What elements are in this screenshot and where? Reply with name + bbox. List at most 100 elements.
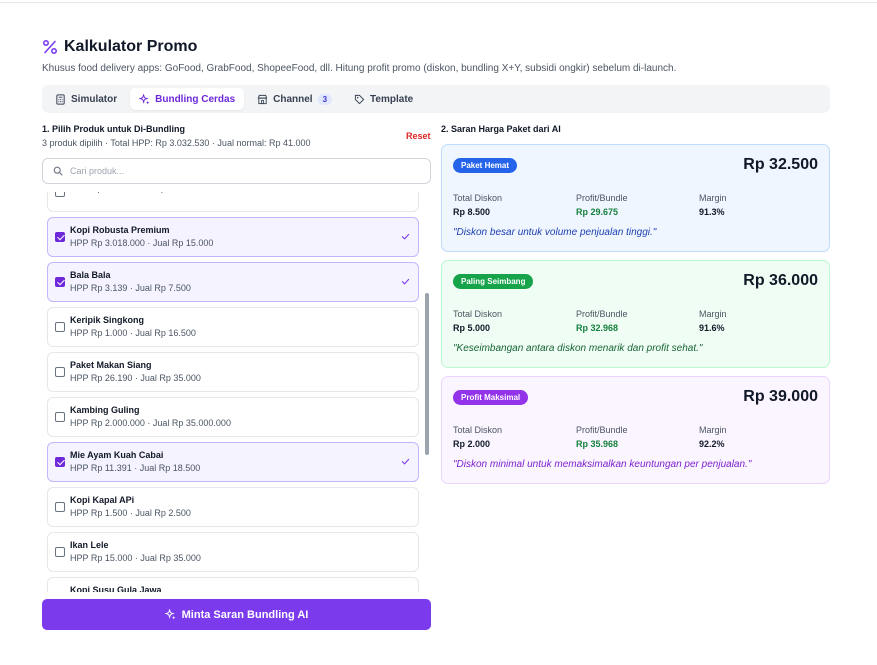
tab-label: Channel — [273, 93, 313, 105]
product-search[interactable] — [42, 158, 431, 184]
stat-value: 91.6% — [699, 323, 725, 333]
product-section-heading: 1. Pilih Produk untuk Di-Bundling — [42, 124, 185, 134]
tab-label: Template — [370, 93, 414, 105]
check-icon — [401, 458, 410, 465]
stat-label: Total Diskon — [453, 193, 503, 203]
stat-value: 92.2% — [699, 439, 725, 449]
product-name: Mie Ayam Kuah Cabai — [70, 450, 164, 460]
stat-discount: Total Diskon Rp 5.000 — [453, 309, 502, 333]
product-price-meta: HPP Rp 2.000.000 · Jual Rp 35.000.000 — [70, 418, 231, 428]
package-badge: Profit Maksimal — [453, 390, 529, 405]
package-rationale: "Keseimbangan antara diskon menarik dan … — [453, 343, 703, 354]
product-name: Kambing Guling — [70, 405, 140, 415]
tab-label: Bundling Cerdas — [155, 93, 236, 105]
product-name: Bala Bala — [70, 270, 111, 280]
check-icon — [401, 278, 410, 285]
stat-profit: Profit/Bundle Rp 32.968 — [576, 309, 628, 333]
request-ai-bundling-button[interactable]: Minta Saran Bundling AI — [42, 599, 431, 630]
product-list-item[interactable]: Kopi Susu Gula Jawa — [47, 577, 419, 592]
package-price: Rp 32.500 — [743, 156, 818, 173]
product-checkbox[interactable] — [55, 547, 65, 557]
page-header: Kalkulator Promo — [42, 38, 197, 56]
top-divider — [0, 2, 877, 3]
stat-value: Rp 2.000 — [453, 439, 491, 449]
stat-margin: Margin 91.3% — [699, 193, 727, 217]
product-price-meta: HPP Rp 26.190 · Jual Rp 35.000 — [70, 373, 201, 383]
stat-profit: Profit/Bundle Rp 35.968 — [576, 425, 628, 449]
tab-template[interactable]: Template — [345, 88, 422, 110]
product-name: Kopi Kapal APi — [70, 495, 135, 505]
product-list: HPP Rp 6.775 · Jual Rp 25.000 Kopi Robust… — [47, 192, 419, 592]
product-checkbox[interactable] — [55, 192, 65, 197]
product-checkbox[interactable] — [55, 277, 65, 287]
product-checkbox[interactable] — [55, 367, 65, 377]
stat-value: 91.3% — [699, 207, 725, 217]
selection-summary: 3 produk dipilih · Total HPP: Rp 3.032.5… — [42, 138, 311, 148]
calculator-icon — [56, 93, 65, 105]
product-list-item[interactable]: HPP Rp 6.775 · Jual Rp 25.000 — [47, 192, 419, 212]
product-price-meta: HPP Rp 3.139 · Jual Rp 7.500 — [70, 283, 191, 293]
product-checkbox[interactable] — [55, 232, 65, 242]
product-checkbox[interactable] — [55, 457, 65, 467]
product-name: Kopi Susu Gula Jawa — [70, 585, 162, 592]
stat-value: Rp 32.968 — [576, 323, 619, 333]
tab-bundling-cerdas[interactable]: Bundling Cerdas — [130, 88, 245, 110]
channel-count-badge: 3 — [317, 93, 333, 105]
reset-button[interactable]: Reset — [406, 131, 431, 141]
package-badge: Paling Seimbang — [453, 274, 534, 289]
product-checkbox[interactable] — [55, 322, 65, 332]
stat-value: Rp 35.968 — [576, 439, 619, 449]
package-price: Rp 36.000 — [743, 272, 818, 289]
product-checkbox[interactable] — [55, 412, 65, 422]
package-rationale: "Diskon besar untuk volume penjualan tin… — [453, 227, 657, 238]
product-list-item[interactable]: Kambing Guling HPP Rp 2.000.000 · Jual Rp… — [47, 397, 419, 437]
stat-value: Rp 5.000 — [453, 323, 491, 333]
suggestion-card[interactable]: Profit Maksimal Rp 39.000 Total Diskon Rp 2… — [441, 376, 830, 484]
product-checkbox[interactable] — [55, 502, 65, 512]
stat-label: Profit/Bundle — [576, 425, 628, 435]
sparkle-icon — [164, 609, 176, 620]
product-list-scrollbar[interactable] — [425, 293, 429, 455]
product-name: Ikan Lele — [70, 540, 109, 550]
product-list-item[interactable]: Bala Bala HPP Rp 3.139 · Jual Rp 7.500 — [47, 262, 419, 302]
tag-icon — [354, 94, 365, 104]
product-list-item[interactable]: Mie Ayam Kuah Cabai HPP Rp 11.391 · Jual … — [47, 442, 419, 482]
package-badge: Paket Hemat — [453, 158, 518, 173]
page-subtitle: Khusus food delivery apps: GoFood, GrabF… — [42, 63, 677, 74]
product-list-viewport[interactable]: HPP Rp 6.775 · Jual Rp 25.000 Kopi Robust… — [42, 192, 431, 592]
cta-label: Minta Saran Bundling AI — [181, 608, 309, 621]
stat-value: Rp 8.500 — [453, 207, 491, 217]
stat-discount: Total Diskon Rp 2.000 — [453, 425, 502, 449]
stat-label: Margin — [699, 425, 727, 435]
stat-label: Total Diskon — [453, 309, 503, 319]
stat-discount: Total Diskon Rp 8.500 — [453, 193, 502, 217]
stat-margin: Margin 92.2% — [699, 425, 727, 449]
suggestion-card[interactable]: Paket Hemat Rp 32.500 Total Diskon Rp 8.500… — [441, 144, 830, 252]
percent-icon — [42, 39, 58, 55]
stat-value: Rp 29.675 — [576, 207, 619, 217]
product-name: Kopi Robusta Premium — [70, 225, 170, 235]
product-price-meta: HPP Rp 15.000 · Jual Rp 35.000 — [70, 553, 201, 563]
product-name: Paket Makan Siang — [70, 360, 152, 370]
product-list-item[interactable]: Kopi Robusta Premium HPP Rp 3.018.000 · J… — [47, 217, 419, 257]
search-input[interactable] — [70, 166, 400, 176]
package-rationale: "Diskon minimal untuk memaksimalkan keun… — [453, 459, 752, 470]
sparkle-icon — [139, 93, 150, 105]
product-list-item[interactable]: Ikan Lele HPP Rp 15.000 · Jual Rp 35.000 — [47, 532, 419, 572]
tab-channel[interactable]: Channel 3 — [248, 88, 341, 110]
product-list-item[interactable]: Keripik Singkong HPP Rp 1.000 · Jual Rp 1… — [47, 307, 419, 347]
tab-simulator[interactable]: Simulator — [46, 88, 126, 110]
stat-label: Total Diskon — [453, 425, 503, 435]
tab-bar: Simulator Bundling Cerdas Channel 3 Temp… — [42, 85, 830, 113]
product-list-item[interactable]: Paket Makan Siang HPP Rp 26.190 · Jual Rp… — [47, 352, 419, 392]
stat-label: Profit/Bundle — [576, 309, 628, 319]
check-icon — [401, 233, 410, 240]
product-list-item[interactable]: Kopi Kapal APi HPP Rp 1.500 · Jual Rp 2.5… — [47, 487, 419, 527]
product-price-meta: HPP Rp 3.018.000 · Jual Rp 15.000 — [70, 238, 214, 248]
package-price: Rp 39.000 — [743, 388, 818, 405]
product-price-meta: HPP Rp 1.500 · Jual Rp 2.500 — [70, 508, 191, 518]
suggestion-card[interactable]: Paling Seimbang Rp 36.000 Total Diskon Rp 5… — [441, 260, 830, 368]
stat-margin: Margin 91.6% — [699, 309, 727, 333]
stat-label: Margin — [699, 309, 727, 319]
suggestion-section-heading: 2. Saran Harga Paket dari AI — [441, 124, 561, 134]
